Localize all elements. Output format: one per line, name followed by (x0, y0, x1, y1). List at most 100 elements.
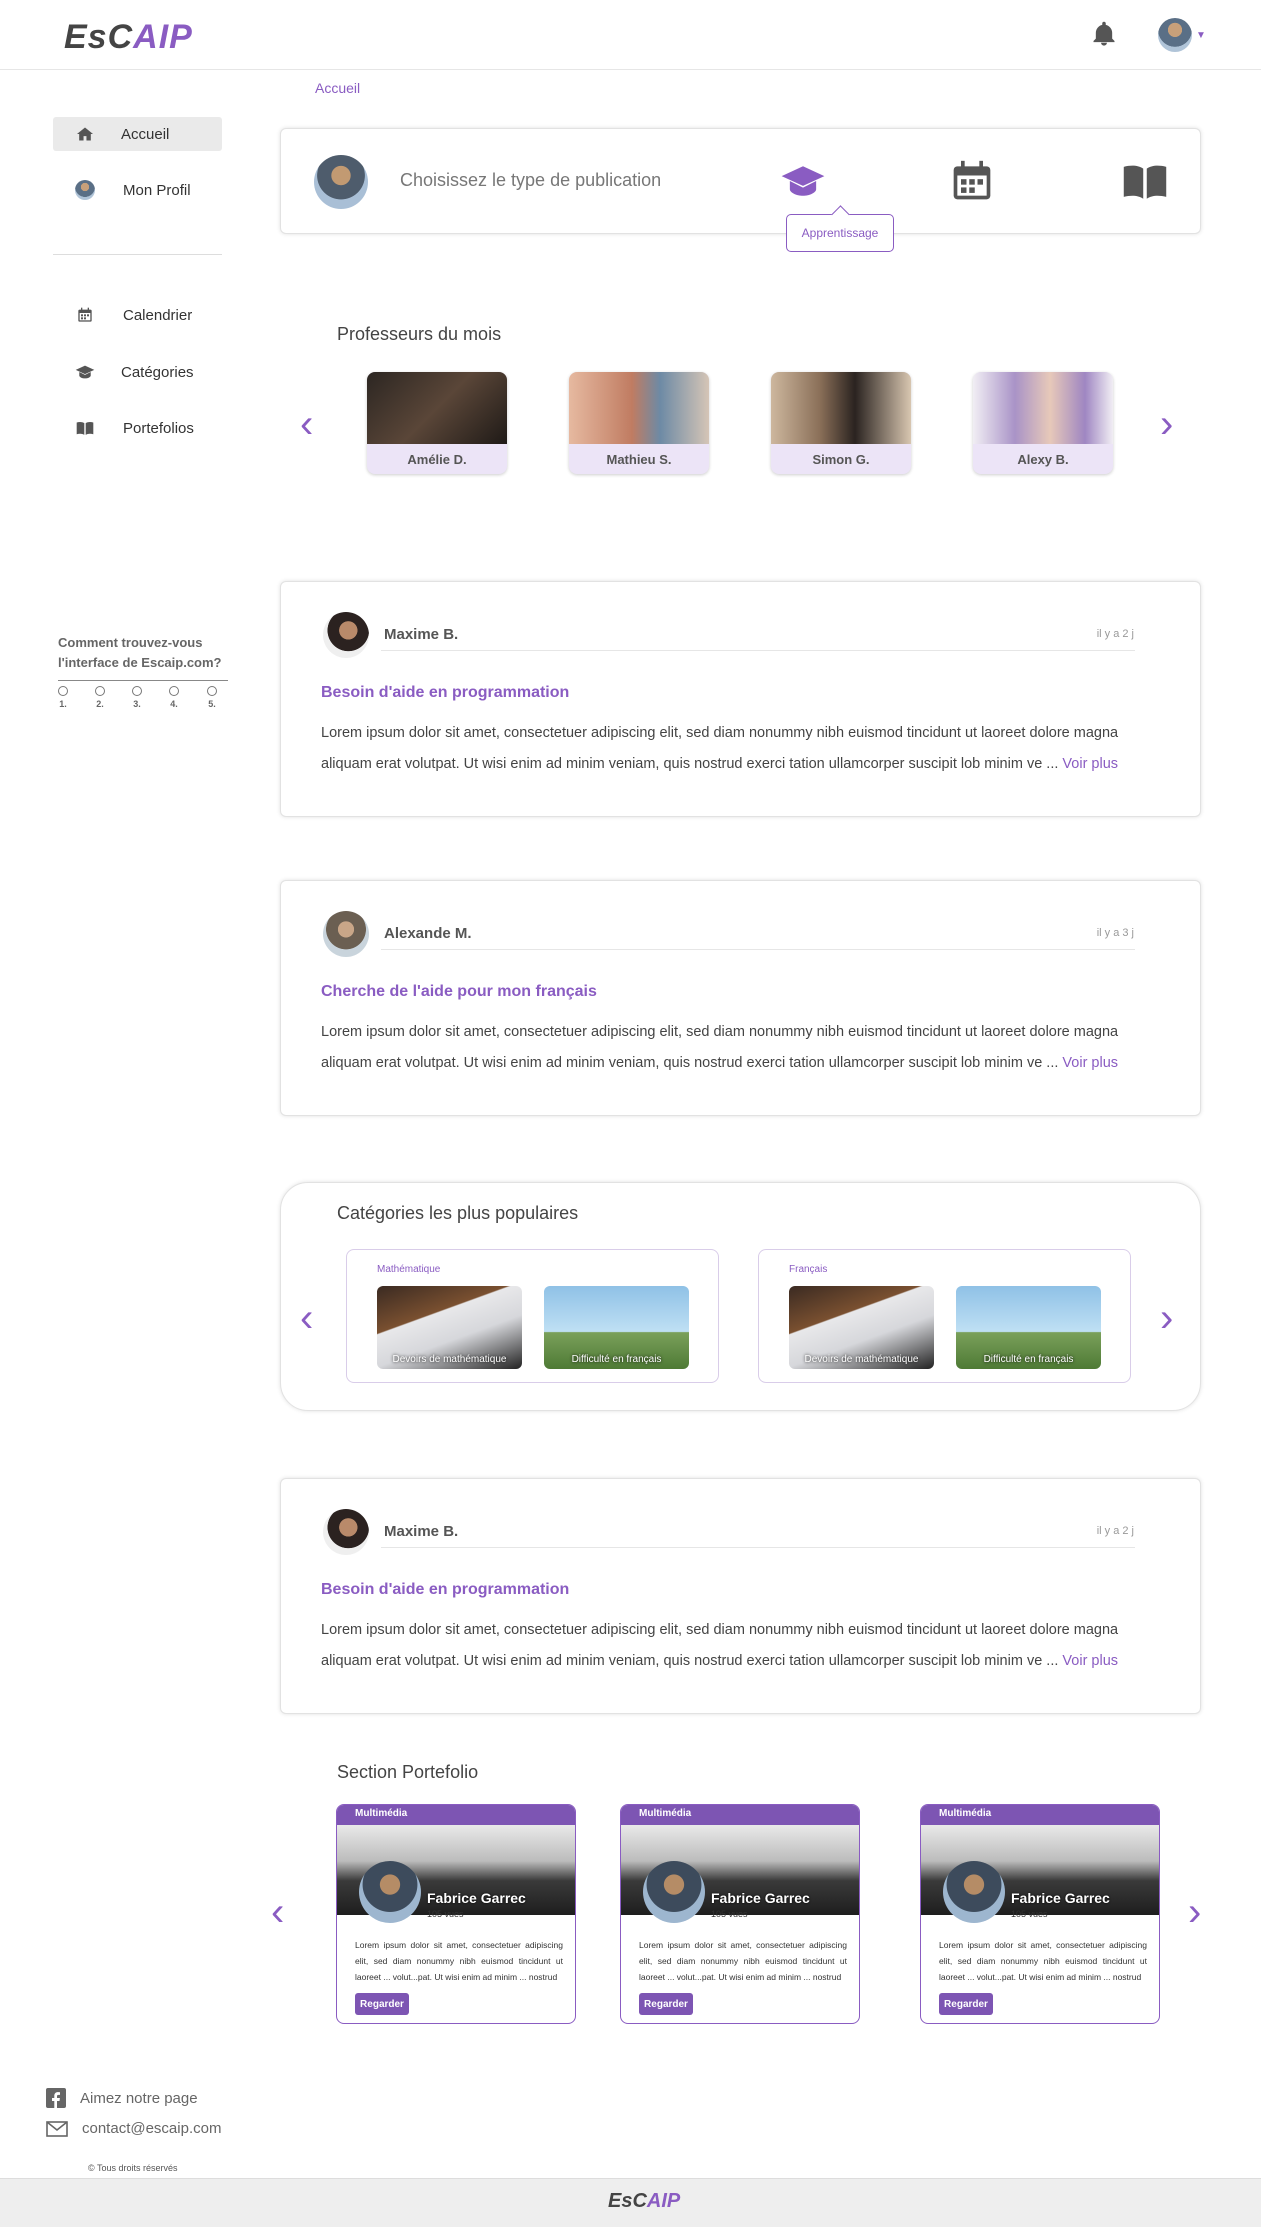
survey-option[interactable]: 5. (205, 686, 219, 709)
survey-divider (58, 680, 228, 681)
book-icon[interactable] (1122, 158, 1168, 204)
facebook-like-link[interactable]: Aimez notre page (46, 2088, 198, 2108)
avatar (323, 1509, 369, 1555)
chevron-down-icon[interactable]: ▼ (1196, 30, 1206, 41)
avatar (943, 1861, 1005, 1923)
post-title[interactable]: Besoin d'aide en programmation (321, 1581, 569, 1599)
graduation-cap-icon[interactable] (780, 158, 826, 204)
see-more-link[interactable]: Voir plus (1062, 1055, 1118, 1071)
professor-name: Mathieu S. (606, 451, 672, 467)
post-text: Lorem ipsum dolor sit amet, consectetuer… (321, 1024, 1119, 1071)
post-time: il y a 2 j (1096, 628, 1134, 640)
post-title[interactable]: Cherche de l'aide pour mon français (321, 983, 597, 1001)
logo[interactable]: EsCAIP (64, 18, 193, 57)
bell-icon[interactable] (1090, 20, 1118, 48)
categories-title: Catégories les plus populaires (337, 1203, 579, 1223)
category-tile-label: Devoirs de mathématique (392, 1354, 507, 1365)
survey-option[interactable]: 3. (130, 686, 144, 709)
chevron-left-icon[interactable]: ‹ (271, 1892, 284, 1932)
post-card: Maxime B. il y a 2 j Besoin d'aide en pr… (280, 581, 1201, 817)
portfolio-text: Lorem ipsum dolor sit amet, consectetuer… (939, 1940, 1147, 1982)
logo-text-1: EsC (608, 2190, 647, 2212)
see-more-link[interactable]: Voir plus (1062, 756, 1118, 772)
sidebar-item-calendrier[interactable]: Calendrier (53, 298, 222, 332)
professor-card[interactable]: Simon G. (771, 372, 911, 474)
portfolio-tag: Multimédia (921, 1805, 1159, 1825)
divider (381, 949, 1135, 950)
portfolio-card[interactable]: Multimédia Fabrice Garrec 105 vues Lorem… (920, 1804, 1160, 2024)
facebook-icon (46, 2088, 66, 2108)
see-more-link[interactable]: Voir plus (1062, 1653, 1118, 1669)
post-author[interactable]: Maxime B. (384, 626, 458, 643)
category-tile-label: Devoirs de mathématique (804, 1354, 919, 1365)
portfolio-text: Lorem ipsum dolor sit amet, consectetuer… (355, 1940, 563, 1982)
avatar (643, 1861, 705, 1923)
sidebar-item-label: Accueil (121, 125, 170, 143)
portfolio-text: Lorem ipsum dolor sit amet, consectetuer… (639, 1940, 847, 1982)
sidebar-item-portefolios[interactable]: Portefolios (53, 411, 222, 445)
divider (381, 1547, 1135, 1548)
chevron-left-icon[interactable]: ‹ (300, 404, 313, 444)
post-title[interactable]: Besoin d'aide en programmation (321, 684, 569, 702)
portfolio-views: 105 vues (427, 1909, 464, 1919)
portfolio-card[interactable]: Multimédia Fabrice Garrec 105 vues Lorem… (336, 1804, 576, 2024)
professor-name: Simon G. (812, 451, 870, 467)
watch-button[interactable]: Regarder (355, 1993, 409, 2015)
professor-name: Amélie D. (407, 451, 467, 467)
watch-button[interactable]: Regarder (639, 1993, 693, 2015)
survey-question: Comment trouvez-vous l'interface de Esca… (58, 635, 222, 670)
portfolio-card[interactable]: Multimédia Fabrice Garrec 105 vues Lorem… (620, 1804, 860, 2024)
portfolio-author: Fabrice Garrec (711, 1890, 810, 1906)
professors-title: Professeurs du mois (337, 324, 502, 344)
sidebar-item-categories[interactable]: Catégories (53, 355, 222, 389)
sidebar-item-accueil[interactable]: Accueil (53, 117, 222, 151)
category-group-label: Mathématique (377, 1264, 441, 1275)
survey-option[interactable]: 2. (93, 686, 107, 709)
portfolio-title: Section Portefolio (337, 1762, 479, 1782)
professor-card[interactable]: Mathieu S. (569, 372, 709, 474)
calendar-icon[interactable] (950, 158, 994, 204)
sidebar-item-label: Portefolios (123, 419, 194, 437)
sidebar-item-label: Catégories (121, 363, 194, 381)
logo-text-2: AIP (646, 2190, 681, 2212)
copyright-text: Tous droits réservés (96, 2163, 178, 2173)
category-group: Mathématique Devoirs de mathématique Dif… (346, 1249, 719, 1383)
avatar (314, 155, 368, 209)
user-avatar[interactable] (1158, 18, 1192, 52)
category-tile[interactable]: Devoirs de mathématique (789, 1286, 934, 1369)
avatar (323, 612, 369, 658)
portfolio-tag: Multimédia (621, 1805, 859, 1825)
avatar (65, 180, 105, 200)
category-tile[interactable]: Difficulté en français (956, 1286, 1101, 1369)
professor-card[interactable]: Alexy B. (973, 372, 1113, 474)
category-group-label: Français (789, 1264, 828, 1275)
watch-button[interactable]: Regarder (939, 1993, 993, 2015)
post-author[interactable]: Maxime B. (384, 1523, 458, 1540)
post-time: il y a 2 j (1096, 1525, 1134, 1537)
survey-option[interactable]: 1. (56, 686, 70, 709)
sidebar-item-profil[interactable]: Mon Profil (53, 173, 222, 207)
post-card: Alexande M. il y a 3 j Cherche de l'aide… (280, 880, 1201, 1116)
portfolio-views: 105 vues (1011, 1909, 1048, 1919)
post-author[interactable]: Alexande M. (384, 925, 472, 942)
category-tile-label: Difficulté en français (983, 1354, 1074, 1365)
category-tile[interactable]: Difficulté en français (544, 1286, 689, 1369)
chevron-left-icon[interactable]: ‹ (300, 1298, 313, 1338)
chevron-right-icon[interactable]: › (1188, 1892, 1201, 1932)
copyright: © Tous droits réservés (88, 2163, 178, 2173)
sidebar-item-label: Mon Profil (123, 181, 191, 199)
post-body: Lorem ipsum dolor sit amet, consectetuer… (321, 1017, 1161, 1079)
portfolio-author: Fabrice Garrec (427, 1890, 526, 1906)
chevron-right-icon[interactable]: › (1160, 1298, 1173, 1338)
category-tile[interactable]: Devoirs de mathématique (377, 1286, 522, 1369)
breadcrumb[interactable]: Accueil (315, 80, 360, 96)
footer-logo[interactable]: EsCAIP (608, 2190, 680, 2213)
chevron-right-icon[interactable]: › (1160, 404, 1173, 444)
professor-card[interactable]: Amélie D. (367, 372, 507, 474)
mail-icon (46, 2120, 68, 2137)
book-icon (65, 421, 105, 435)
avatar (323, 911, 369, 957)
contact-email-link[interactable]: contact@escaip.com (46, 2120, 221, 2137)
publish-prompt[interactable]: Choisissez le type de publication (400, 170, 661, 191)
survey-option[interactable]: 4. (167, 686, 181, 709)
